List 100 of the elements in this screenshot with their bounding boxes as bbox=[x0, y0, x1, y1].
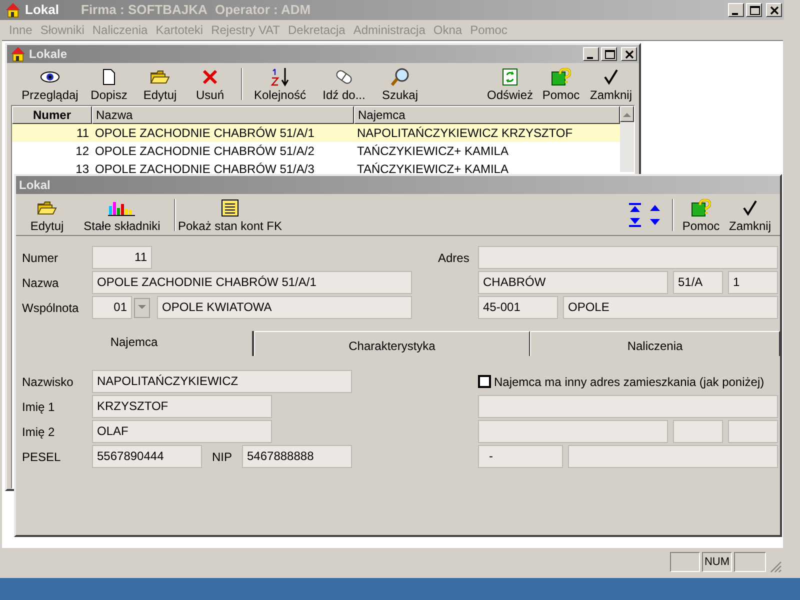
maximize-icon bbox=[602, 48, 616, 60]
field-label: Wspólnota bbox=[22, 300, 80, 316]
checkmark-icon bbox=[603, 69, 619, 85]
table-cell-text: TAŃCZYKIEWICZ+ KAMILA bbox=[356, 161, 510, 178]
column-header[interactable]: Nazwa bbox=[92, 106, 354, 124]
input-field[interactable]: 5467888888 bbox=[242, 445, 352, 468]
toolbar-button[interactable]: Zamknij bbox=[724, 196, 776, 234]
table-row[interactable]: 11 OPOLE ZACHODNIE CHABRÓW 51/A/1 NAPOLITAŃCZYKIEWICZ KRZYSZTOF bbox=[12, 124, 620, 142]
input-field[interactable]: 51/A bbox=[673, 271, 723, 294]
toolbar-button[interactable]: Idź do... bbox=[313, 65, 375, 103]
toolbar-button[interactable]: Usuń bbox=[185, 65, 235, 103]
column-header[interactable]: Numer bbox=[12, 106, 92, 124]
toolbar-button[interactable]: Dopisz bbox=[83, 65, 135, 103]
input-field[interactable] bbox=[478, 420, 668, 443]
toolbar-button[interactable]: Odśwież bbox=[485, 65, 535, 103]
next-record-icon[interactable] bbox=[648, 216, 662, 226]
input-field[interactable]: 01 bbox=[92, 296, 132, 319]
status-panel bbox=[670, 552, 700, 572]
minimize-button[interactable] bbox=[583, 47, 599, 61]
folder-icon bbox=[37, 200, 57, 216]
help-icon bbox=[691, 198, 711, 216]
status-indicator: NUM bbox=[702, 552, 732, 572]
maximize-button[interactable] bbox=[746, 3, 762, 17]
house-icon bbox=[10, 46, 26, 62]
window-title: Lokal bbox=[19, 177, 50, 194]
input-field[interactable]: OPOLE ZACHODNIE CHABRÓW 51/A/1 bbox=[92, 271, 412, 294]
input-field[interactable]: NAPOLITAŃCZYKIEWICZ bbox=[92, 370, 352, 393]
maximize-icon bbox=[748, 4, 760, 16]
field-label: Nazwa bbox=[22, 274, 60, 292]
input-field[interactable]: 1 bbox=[728, 271, 778, 294]
field-label: Imię 1 bbox=[22, 398, 56, 416]
input-field[interactable]: 45-001 bbox=[478, 296, 558, 319]
window-title: Lokale bbox=[29, 46, 68, 63]
dropdown-button[interactable] bbox=[134, 298, 150, 318]
close-icon bbox=[768, 4, 780, 16]
folder-icon bbox=[150, 69, 170, 85]
input-field[interactable] bbox=[478, 246, 778, 269]
tab[interactable]: Charakterystyka bbox=[254, 331, 530, 356]
table-cell-text: OPOLE ZACHODNIE CHABRÓW 51/A/2 bbox=[94, 143, 316, 160]
field-label: Nazwisko bbox=[22, 374, 74, 390]
bar-chart-icon bbox=[108, 200, 136, 216]
field-label: PESEL bbox=[22, 448, 62, 466]
checkmark-icon bbox=[742, 200, 758, 216]
resize-grip-icon[interactable] bbox=[768, 559, 782, 573]
refresh-icon bbox=[502, 68, 518, 86]
table-cell-text: 12 bbox=[74, 143, 90, 160]
maximize-button[interactable] bbox=[601, 47, 617, 61]
close-icon bbox=[622, 48, 636, 60]
close-button[interactable] bbox=[621, 47, 637, 61]
input-field[interactable]: OPOLE KWIATOWA bbox=[157, 296, 412, 319]
scroll-up-button[interactable] bbox=[620, 106, 634, 122]
field-label: NIP bbox=[210, 448, 233, 466]
toolbar-button[interactable]: Zamknij bbox=[587, 65, 635, 103]
sort-icon bbox=[270, 67, 290, 87]
column-header[interactable]: Najemca bbox=[354, 106, 620, 124]
previous-record-icon[interactable] bbox=[648, 202, 662, 212]
window-title: Lokal bbox=[25, 1, 60, 20]
tab[interactable]: Najemca bbox=[16, 331, 254, 356]
toolbar-button[interactable]: Stałe składniki bbox=[74, 196, 170, 234]
toolbar-button[interactable]: Pokaż stan kont FK bbox=[180, 196, 280, 234]
input-field[interactable] bbox=[673, 420, 723, 443]
toolbar-button[interactable]: Przeglądaj bbox=[17, 65, 83, 103]
toolbar-button[interactable]: Edytuj bbox=[135, 65, 185, 103]
toolbar-button[interactable]: Szukaj bbox=[375, 65, 425, 103]
last-record-icon[interactable] bbox=[628, 216, 642, 226]
tab[interactable]: Naliczenia bbox=[530, 331, 780, 356]
field-label: Numer bbox=[22, 250, 60, 266]
input-field[interactable]: - bbox=[478, 445, 563, 468]
toolbar-button[interactable]: Kolejność bbox=[247, 65, 313, 103]
minimize-icon bbox=[587, 56, 593, 58]
input-field[interactable]: CHABRÓW bbox=[478, 271, 668, 294]
minimize-button[interactable] bbox=[728, 3, 744, 17]
house-icon bbox=[5, 2, 21, 18]
table-cell-text: 13 bbox=[74, 161, 90, 178]
checkbox[interactable]: Najemca ma inny adres zamieszkania (jak poniżej) bbox=[478, 372, 764, 390]
first-record-icon[interactable] bbox=[628, 202, 642, 212]
input-field[interactable] bbox=[728, 420, 778, 443]
table-cell-text: 11 bbox=[76, 125, 90, 142]
input-field[interactable]: KRZYSZTOF bbox=[92, 395, 272, 418]
table-cell-text: NAPOLITAŃCZYKIEWICZ KRZYSZTOF bbox=[356, 125, 574, 142]
input-field[interactable]: OPOLE bbox=[563, 296, 778, 319]
close-button[interactable] bbox=[766, 3, 782, 17]
table-cell-text: OPOLE ZACHODNIE CHABRÓW 51/A/1 bbox=[94, 125, 316, 142]
notepad-icon bbox=[220, 198, 240, 216]
toolbar-button[interactable]: Edytuj bbox=[20, 196, 74, 234]
company-label: Firma : SOFTBAJKA bbox=[81, 1, 208, 20]
page-icon bbox=[102, 69, 116, 85]
help-icon bbox=[551, 68, 571, 86]
toolbar-button[interactable]: Pomoc bbox=[678, 196, 724, 234]
field-label: Imię 2 bbox=[22, 424, 56, 440]
up-arrow-icon bbox=[623, 112, 631, 116]
toolbar-button[interactable]: Pomoc bbox=[535, 65, 587, 103]
table-cell-text: OPOLE ZACHODNIE CHABRÓW 51/A/3 bbox=[94, 161, 316, 178]
input-field[interactable]: OLAF bbox=[92, 420, 272, 443]
input-field[interactable] bbox=[478, 395, 778, 418]
table-cell-text: TAŃCZYKIEWICZ+ KAMILA bbox=[356, 143, 510, 160]
input-field[interactable]: 5567890444 bbox=[92, 445, 202, 468]
scrollbar[interactable] bbox=[620, 106, 634, 172]
input-field[interactable] bbox=[568, 445, 778, 468]
input-field[interactable]: 11 bbox=[92, 246, 152, 269]
